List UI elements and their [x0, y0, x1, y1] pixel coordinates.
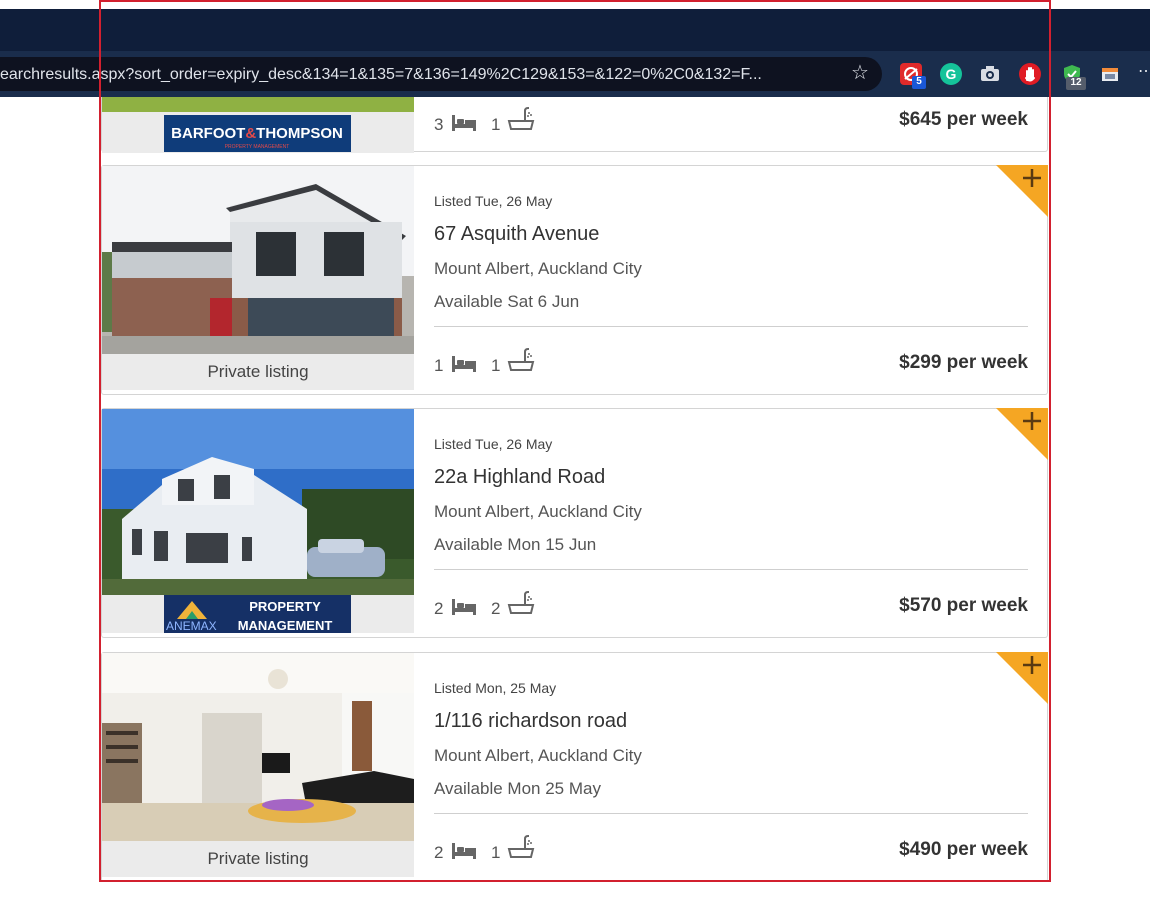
bedroom-count: 2: [434, 599, 444, 618]
listing-address[interactable]: 22a Highland Road: [434, 466, 605, 489]
window-icon[interactable]: [1099, 63, 1121, 85]
bedroom-count: 2: [434, 843, 444, 862]
bed-icon: [452, 599, 476, 615]
highlight-frame: [1049, 97, 1051, 882]
availability-date: Available Sat 6 Jun: [434, 292, 580, 311]
extension-badge: 5: [912, 76, 926, 89]
divider: [434, 569, 1028, 570]
url-text[interactable]: earchresults.aspx?sort_order=expiry_desc…: [0, 66, 832, 83]
camera-icon[interactable]: [979, 63, 1001, 85]
bed-icon: [452, 115, 476, 131]
highlight-frame: [99, 0, 1051, 2]
bed-icon: [452, 843, 476, 859]
bath-icon: [507, 348, 535, 371]
bedroom-count: 1: [434, 356, 444, 375]
red-extension-icon[interactable]: 5: [900, 63, 926, 89]
listed-date: Listed Mon, 25 May: [434, 680, 557, 696]
agency-name: Private listing: [207, 362, 309, 381]
agency-logo-barfoot: BARFOOT&THOMPSON PROPERTY MANAGEMENT: [102, 112, 414, 153]
bathroom-count: 1: [491, 356, 501, 375]
listed-date: Listed Tue, 26 May: [434, 436, 553, 452]
listing-card[interactable]: Private listing Listed Mon, 25 May 1/116…: [101, 652, 1048, 882]
divider: [434, 326, 1028, 327]
features-row: 2 2: [434, 591, 634, 619]
agency-label: Private listing: [102, 841, 414, 877]
highlight-frame: [99, 97, 101, 882]
highlight-frame: [99, 880, 1051, 882]
listing-photo[interactable]: [102, 409, 414, 597]
listing-card[interactable]: Private listing Listed Tue, 26 May 67 As…: [101, 165, 1048, 395]
shield-check-icon[interactable]: 12: [1061, 63, 1086, 90]
star-icon[interactable]: ☆: [850, 62, 870, 84]
availability-date: Available Mon 25 May: [434, 779, 601, 798]
divider: [434, 813, 1028, 814]
bedroom-count: 3: [434, 115, 444, 134]
bath-icon: [507, 107, 535, 130]
svg-text:PROPERTY: PROPERTY: [249, 599, 321, 614]
extension-badge: 12: [1066, 77, 1086, 90]
svg-text:PROPERTY MANAGEMENT: PROPERTY MANAGEMENT: [225, 144, 290, 150]
listed-date: Listed Tue, 26 May: [434, 193, 553, 209]
agency-name: Private listing: [207, 849, 309, 868]
agency-label: Private listing: [102, 354, 414, 390]
listing-address[interactable]: 1/116 richardson road: [434, 710, 627, 733]
bath-icon: [507, 591, 535, 614]
availability-date: Available Mon 15 Jun: [434, 535, 597, 554]
bed-icon: [452, 356, 476, 372]
listing-card[interactable]: ANEMAX PROPERTY MANAGEMENT Listed Tue, 2…: [101, 408, 1048, 638]
listing-card[interactable]: BARFOOT&THOMPSON PROPERTY MANAGEMENT 3 1…: [101, 97, 1048, 153]
grammarly-icon[interactable]: G: [940, 63, 962, 85]
add-to-watchlist-icon[interactable]: [996, 408, 1048, 460]
more-icon[interactable]: ⋯: [1138, 63, 1150, 85]
listing-price: $490 per week: [899, 839, 1028, 860]
add-to-watchlist-icon[interactable]: [996, 165, 1048, 217]
listing-price: $570 per week: [899, 595, 1028, 616]
listing-photo[interactable]: [102, 653, 414, 841]
features-row: 1 1: [434, 348, 634, 376]
listing-price: $299 per week: [899, 352, 1028, 373]
svg-text:BARFOOT&THOMPSON: BARFOOT&THOMPSON: [171, 125, 343, 142]
listing-price: $645 per week: [899, 109, 1028, 130]
add-to-watchlist-icon[interactable]: [996, 652, 1048, 704]
agency-mark: ANEMAX: [166, 619, 217, 633]
features-row: 2 1: [434, 835, 634, 863]
bathroom-count: 1: [491, 115, 501, 134]
highlight-frame: [99, 0, 101, 97]
listing-suburb: Mount Albert, Auckland City: [434, 502, 642, 521]
listing-suburb: Mount Albert, Auckland City: [434, 259, 642, 278]
bathroom-count: 1: [491, 843, 501, 862]
listing-address[interactable]: 67 Asquith Avenue: [434, 223, 599, 246]
agency-logo-anemax: ANEMAX PROPERTY MANAGEMENT: [102, 595, 414, 633]
highlight-frame: [1049, 0, 1051, 97]
search-results-page: BARFOOT&THOMPSON PROPERTY MANAGEMENT 3 1…: [0, 97, 1150, 907]
bath-icon: [507, 835, 535, 858]
listing-suburb: Mount Albert, Auckland City: [434, 746, 642, 765]
svg-text:G: G: [946, 66, 957, 82]
tab-strip: [0, 9, 1150, 51]
hand-stop-icon[interactable]: [1019, 63, 1041, 85]
listing-photo[interactable]: [102, 166, 414, 354]
features-row: 3 1: [434, 107, 634, 135]
svg-text:MANAGEMENT: MANAGEMENT: [238, 618, 333, 633]
bathroom-count: 2: [491, 599, 501, 618]
address-bar[interactable]: earchresults.aspx?sort_order=expiry_desc…: [0, 57, 882, 91]
